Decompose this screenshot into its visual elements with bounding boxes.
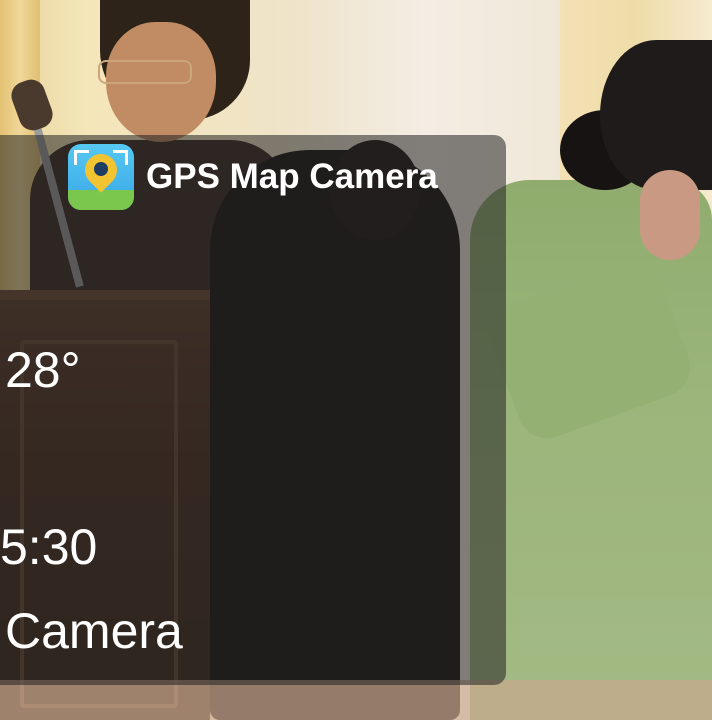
logo-corner [113, 150, 128, 165]
person-in-green-hand [640, 170, 700, 260]
time-label: 5:30 [0, 519, 98, 575]
logo-corner [74, 150, 89, 165]
person-in-green-hair [600, 40, 712, 190]
floor [0, 680, 712, 720]
temperature-label: 28° [5, 342, 81, 398]
overlay-header: GPS Map Camera [68, 144, 438, 210]
brand-label: Camera [5, 603, 183, 659]
gps-map-camera-logo-icon [68, 144, 134, 210]
app-title: GPS Map Camera [146, 157, 438, 196]
logo-ground [68, 190, 134, 210]
person-in-green [470, 180, 712, 720]
speaker-glasses [98, 60, 192, 84]
logo-lens [94, 162, 108, 176]
